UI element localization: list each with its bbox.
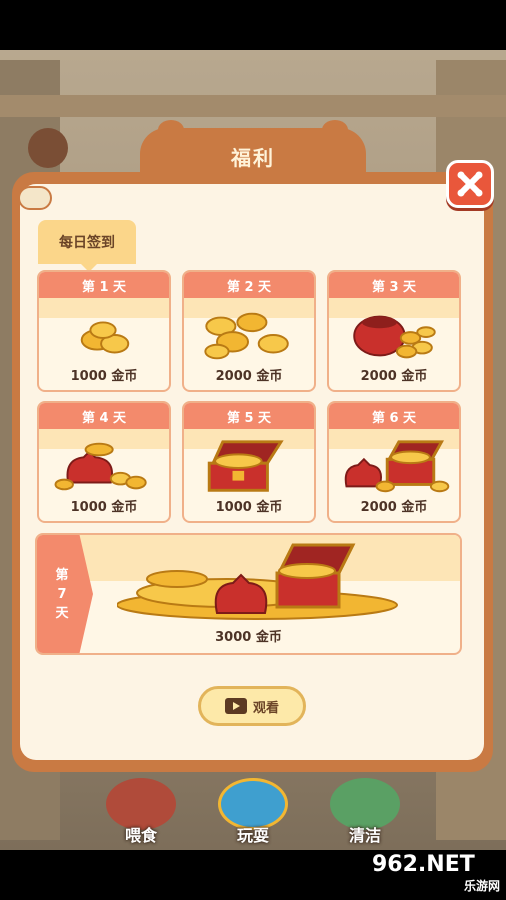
reward-day-label: 第 1 天 <box>39 272 169 298</box>
reward-day-label: 第 4 天 <box>39 403 169 429</box>
bottom-item-label: 喂食 <box>124 826 157 845</box>
day7-char: 天 <box>55 605 69 621</box>
reward-day-label: 第 6 天 <box>329 403 459 429</box>
coin-pot-icon <box>353 315 436 359</box>
day7-char: 第 <box>55 567 69 583</box>
treasure-chest-icon <box>207 440 284 492</box>
chest-and-bag-icon <box>344 440 450 493</box>
reward-amount: 1000 金币 <box>215 500 283 515</box>
bottom-item-label: 清洁 <box>348 826 381 845</box>
watch-button-label: 观看 <box>252 700 279 716</box>
site-watermark: 962.NET 乐游网 <box>372 852 500 893</box>
bottom-item-label: 玩耍 <box>236 826 269 845</box>
close-icon <box>457 171 483 197</box>
close-button[interactable] <box>446 160 494 208</box>
video-play-icon <box>224 698 247 714</box>
day7-char: 7 <box>57 586 67 602</box>
reward-amount: 2000 金币 <box>360 500 428 515</box>
reward-card-day3[interactable]: 第 3 天 2000 金币 <box>327 270 461 392</box>
bottom-item-feed[interactable]: 喂食 <box>96 778 186 848</box>
reward-amount: 1000 金币 <box>70 500 138 515</box>
pet-avatar <box>28 128 68 168</box>
money-bag-icon <box>54 442 147 491</box>
reward-card-day1[interactable]: 第 1 天 1000 金币 <box>37 270 171 392</box>
reward-day-label: 第 2 天 <box>184 272 314 298</box>
paw-decoration-icon <box>18 186 52 210</box>
reward-card-day2[interactable]: 第 2 天 2000 金币 <box>182 270 316 392</box>
tab-daily-checkin[interactable]: 每日签到 <box>38 220 136 272</box>
coin-pile-small-icon <box>80 321 130 354</box>
reward-day-label: 第 5 天 <box>184 403 314 429</box>
bottom-item-clean[interactable]: 清洁 <box>320 778 410 848</box>
reward-card-day6[interactable]: 第 6 天 2000 金币 <box>327 401 461 523</box>
reward-amount: 1000 金币 <box>70 369 138 384</box>
room-shelf <box>0 95 506 117</box>
treasure-hoard-icon <box>117 543 398 620</box>
modal-title: 福利 <box>231 146 275 170</box>
reward-amount: 3000 金币 <box>215 630 282 645</box>
watch-ad-button[interactable]: 观看 <box>198 686 306 726</box>
bottom-item-play[interactable]: 玩耍 <box>208 778 298 848</box>
coin-pile-medium-icon <box>204 312 289 360</box>
reward-card-day5[interactable]: 第 5 天 1000 金币 <box>182 401 316 523</box>
reward-amount: 2000 金币 <box>360 369 428 384</box>
reward-day-label: 第 3 天 <box>329 272 459 298</box>
reward-amount: 2000 金币 <box>215 369 283 384</box>
reward-card-day4[interactable]: 第 4 天 1000 金币 <box>37 401 171 523</box>
reward-card-day7[interactable]: 第 7 天 3000 金币 <box>35 533 462 655</box>
